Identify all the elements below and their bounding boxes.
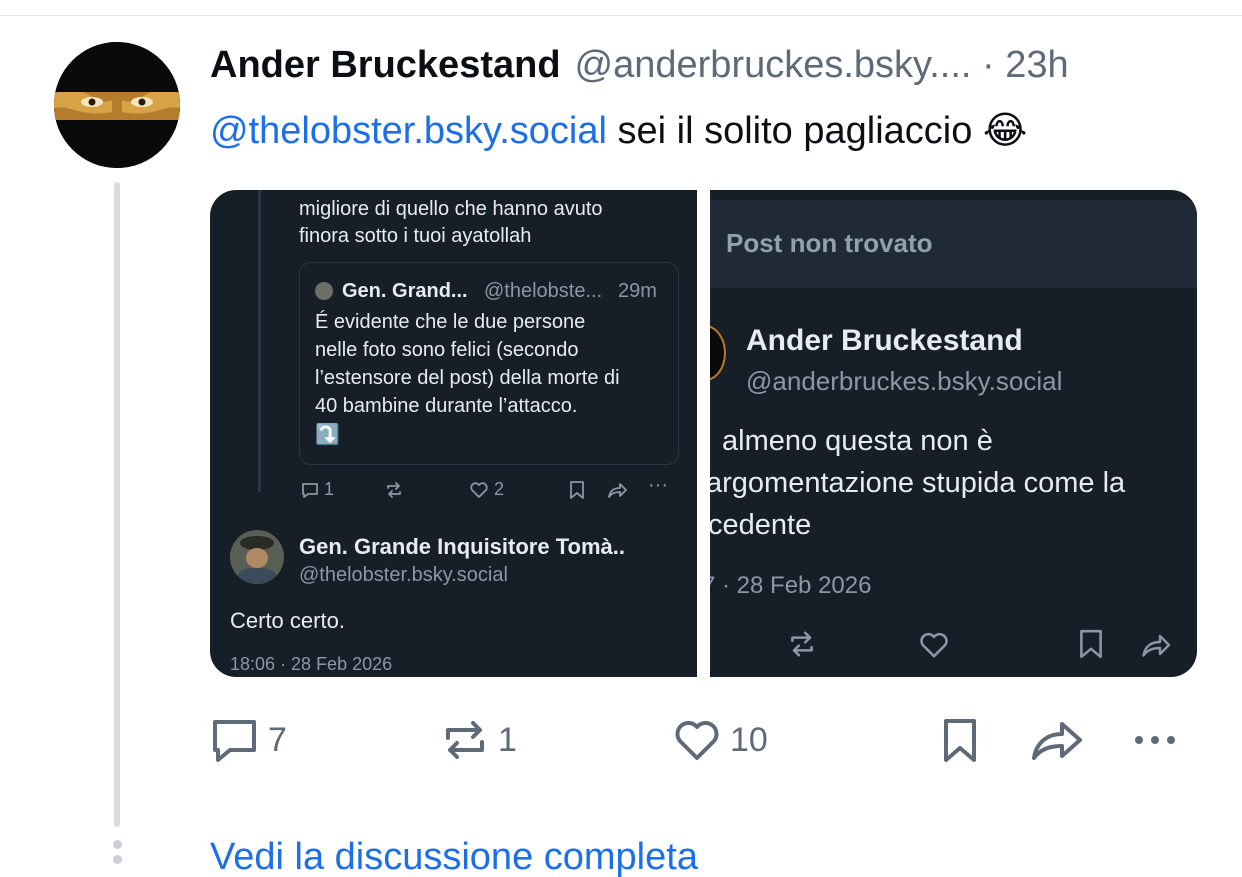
post-header: Ander Bruckestand @anderbruckes.bsky....… [210, 44, 1069, 92]
share-icon [608, 483, 627, 498]
heart-icon [470, 482, 488, 498]
right-line2: argomentazione stupida come la [710, 467, 1126, 499]
right-bookmark-icon [1080, 629, 1102, 659]
repost-button[interactable]: 1 [440, 712, 517, 768]
like-button[interactable]: 10 [672, 712, 768, 768]
repost-icon [446, 721, 484, 759]
see-full-thread-link[interactable]: Vedi la discussione completa [210, 836, 698, 877]
bookmark-icon [944, 719, 976, 762]
quote-line-1: É evidente che le due persone [315, 311, 586, 333]
post-time-text: · 23h [982, 44, 1069, 86]
bookmark-button[interactable] [940, 712, 980, 768]
author-name[interactable]: Ander Bruckestand [210, 44, 561, 87]
right-share-icon [1142, 634, 1171, 657]
more-button[interactable] [1130, 712, 1180, 768]
quote-line-2: nelle foto sono felici (secondo [315, 339, 579, 361]
like-count: 10 [730, 720, 768, 759]
reply-text: Certo certo. [230, 608, 345, 633]
quote-author: Gen. Grand... [342, 280, 468, 302]
not-found-label: Post non trovato [726, 228, 933, 258]
quote-line-3: l’estensore del post) della morte di [315, 367, 620, 389]
heart-icon [675, 721, 719, 760]
more-icon: ··· [648, 474, 668, 496]
share-icon [1032, 722, 1082, 760]
thread-continuation-dots [111, 840, 123, 877]
like-count-small: 2 [494, 479, 505, 499]
avatar-image [54, 42, 180, 168]
right-heart-icon [920, 632, 948, 658]
bookmark-icon [570, 481, 584, 499]
quote-handle: @thelobste... [484, 280, 603, 302]
author-avatar[interactable] [54, 42, 180, 168]
reply-icon [213, 720, 256, 762]
laughing-emoji: 😂 [982, 110, 1028, 152]
more-icon [1135, 736, 1175, 744]
repost-icon [387, 482, 401, 498]
image-grid: migliore di quello che hanno avuto finor… [210, 190, 1197, 677]
reply-icon [302, 483, 318, 498]
left-line2: finora sotto i tuoi ayatollah [299, 225, 532, 247]
post-actions: 7 1 10 [210, 712, 1200, 768]
quote-emoji: ⤵️ [315, 424, 340, 446]
mention-link[interactable]: @thelobster.bsky.social [210, 110, 607, 152]
post-text: @thelobster.bsky.social sei il solito pa… [210, 108, 1027, 153]
reply-author: Gen. Grande Inquisitore Tomà.. [299, 534, 625, 559]
post-body: sei il solito pagliaccio [617, 110, 973, 152]
reply-count: 7 [268, 720, 287, 759]
right-line1: almeno questa non è [722, 425, 993, 457]
reply-button[interactable]: 7 [210, 712, 287, 768]
right-author: Ander Bruckestand [746, 324, 1023, 357]
share-button[interactable] [1030, 712, 1086, 768]
right-handle: @anderbruckes.bsky.social [746, 366, 1063, 396]
right-avatar [710, 325, 726, 381]
right-timestamp: 7 · 28 Feb 2026 [710, 572, 872, 599]
left-line1: migliore di quello che hanno avuto [299, 198, 603, 220]
top-divider [0, 15, 1242, 16]
quote-line-4: 40 bambine durante l’attacco. [315, 395, 578, 417]
reply-handle: @thelobster.bsky.social [299, 564, 508, 586]
reply-count-small: 1 [324, 479, 335, 499]
thread-connector [258, 190, 261, 492]
repost-count: 1 [498, 720, 517, 759]
reply-timestamp: 18:06 · 28 Feb 2026 [230, 654, 393, 674]
right-line3: cedente [710, 509, 812, 541]
embed-image-left[interactable]: migliore di quello che hanno avuto finor… [210, 190, 697, 677]
quote-avatar [315, 282, 333, 300]
thread-line [114, 182, 120, 827]
right-repost-icon [791, 631, 813, 657]
post-time[interactable]: · 23h [971, 44, 1069, 87]
reply-avatar [230, 530, 284, 584]
quote-time: 29m [618, 280, 657, 302]
embed-image-right[interactable]: Post non trovato Ander Bruckestand @ande… [710, 190, 1197, 677]
author-handle[interactable]: @anderbruckes.bsky.... [575, 44, 972, 87]
